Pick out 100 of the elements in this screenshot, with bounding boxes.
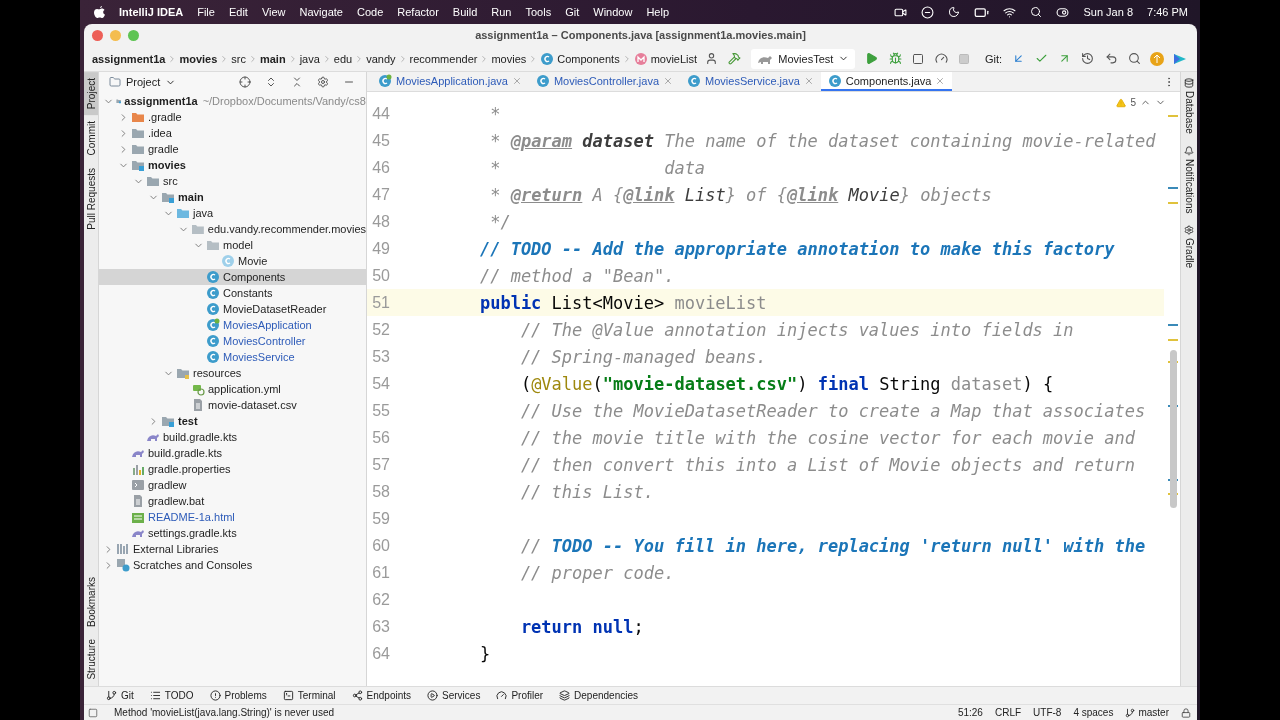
tree-item[interactable]: README-1a.html	[99, 509, 366, 525]
search-icon[interactable]	[1030, 6, 1043, 18]
breadcrumb[interactable]: edu	[333, 52, 353, 65]
tool-window-button[interactable]: TODO	[149, 690, 194, 701]
tool-window-tab[interactable]: Pull Requests	[84, 161, 98, 236]
inspection-widget[interactable]: 5	[1116, 97, 1166, 108]
breadcrumb[interactable]: main	[259, 52, 286, 65]
tree-item[interactable]: model	[99, 237, 366, 253]
editor-tab[interactable]: Components.java	[820, 72, 953, 91]
tool-window-button[interactable]: Profiler	[496, 690, 544, 701]
tool-window-tab[interactable]: Database	[1181, 72, 1197, 140]
tree-item[interactable]: External Libraries	[99, 541, 366, 557]
tool-window-button[interactable]: Git	[106, 690, 134, 701]
tree-item[interactable]: MovieDatasetReader	[99, 301, 366, 317]
close-icon[interactable]	[935, 75, 946, 86]
tree-item[interactable]: gradlew.bat	[99, 493, 366, 509]
run-configuration-dropdown[interactable]: MoviesTest	[751, 48, 856, 69]
breadcrumb[interactable]: assignment1a	[92, 52, 166, 65]
menu-item[interactable]: Navigate	[299, 6, 343, 18]
tree-item[interactable]: settings.gradle.kts	[99, 525, 366, 541]
tool-window-tab[interactable]: Project	[84, 72, 98, 116]
breadcrumb[interactable]: movies	[491, 52, 527, 65]
tool-window-button[interactable]: Terminal	[282, 690, 336, 701]
minimize-window-button[interactable]	[110, 29, 121, 41]
close-icon[interactable]	[803, 75, 814, 86]
status-item[interactable]: CRLF	[994, 707, 1022, 718]
status-toggle-icon[interactable]	[88, 707, 98, 718]
tree-item[interactable]: test	[99, 413, 366, 429]
tree-item[interactable]: edu.vandy.recommender.movies	[99, 221, 366, 237]
zoom-window-button[interactable]	[128, 29, 139, 41]
tree-item[interactable]: main	[99, 189, 366, 205]
tree-item[interactable]: movie-dataset.csv	[99, 397, 366, 413]
tree-item[interactable]: MoviesService	[99, 349, 366, 365]
menu-item[interactable]: Git	[565, 6, 580, 18]
editor-tab[interactable]: MoviesApplication.java	[371, 72, 529, 91]
menu-item[interactable]: Help	[646, 6, 669, 18]
app-menu[interactable]: IntelliJ IDEA	[119, 6, 184, 18]
tree-item[interactable]: java	[99, 205, 366, 221]
menu-item[interactable]: Code	[356, 6, 384, 18]
tree-item[interactable]: resources	[99, 365, 366, 381]
tree-item[interactable]: gradlew	[99, 477, 366, 493]
menu-item[interactable]: Build	[452, 6, 478, 18]
breadcrumb[interactable]: recommender	[409, 52, 478, 65]
breadcrumb[interactable]: movies	[179, 52, 218, 65]
tool-window-tab[interactable]: Bookmarks	[84, 571, 98, 634]
breadcrumb[interactable]: Components	[540, 51, 620, 66]
moon-icon[interactable]	[948, 6, 961, 18]
menu-item[interactable]: Run	[491, 6, 512, 18]
wifi-icon[interactable]	[1003, 5, 1017, 19]
tree-item[interactable]: assignment1a ~/Dropbox/Documents/Vandy/cs8	[99, 93, 366, 109]
breadcrumb[interactable]: vandy	[366, 52, 396, 65]
menu-bar-date[interactable]: Sun Jan 8	[1083, 6, 1134, 18]
tool-window-button[interactable]: Endpoints	[351, 690, 412, 701]
menu-item[interactable]: Edit	[228, 6, 248, 18]
tree-item[interactable]: gradle.properties	[99, 461, 366, 477]
do-not-disturb-icon[interactable]	[921, 5, 935, 19]
status-item[interactable]: 4 spaces	[1073, 707, 1114, 718]
tool-window-button[interactable]: Dependencies	[559, 690, 638, 701]
tree-item[interactable]: MoviesApplication	[99, 317, 366, 333]
status-item[interactable]: UTF-8	[1033, 707, 1062, 718]
tree-item[interactable]: Movie	[99, 253, 366, 269]
tree-item[interactable]: build.gradle.kts	[99, 429, 366, 445]
tree-item[interactable]: MoviesController	[99, 333, 366, 349]
tool-window-tab[interactable]: Notifications	[1181, 139, 1197, 220]
branch-widget[interactable]: master	[1125, 707, 1169, 718]
close-icon[interactable]	[663, 75, 674, 86]
close-icon[interactable]	[511, 75, 522, 86]
menu-item[interactable]: Window	[593, 6, 633, 18]
tree-item[interactable]: Components	[99, 269, 366, 285]
tree-item[interactable]: gradle	[99, 141, 366, 157]
tree-item[interactable]: Constants	[99, 285, 366, 301]
tool-window-tab[interactable]: Commit	[84, 115, 98, 162]
breadcrumb[interactable]: src	[231, 52, 246, 65]
project-view-dropdown[interactable]: Project	[109, 76, 177, 88]
menu-bar-time[interactable]: 7:46 PM	[1147, 6, 1188, 18]
tree-item[interactable]: build.gradle.kts	[99, 445, 366, 461]
tree-item[interactable]: .gradle	[99, 109, 366, 125]
tree-item[interactable]: src	[99, 173, 366, 189]
tree-item[interactable]: Scratches and Consoles	[99, 557, 366, 573]
control-center-icon[interactable]	[1056, 5, 1070, 19]
tree-item[interactable]: movies	[99, 157, 366, 173]
tool-window-button[interactable]: Problems	[209, 690, 267, 701]
tree-item[interactable]: .idea	[99, 125, 366, 141]
editor-tab[interactable]: MoviesService.java	[680, 72, 821, 91]
breadcrumb[interactable]: movieList	[633, 51, 698, 66]
menu-item[interactable]: View	[261, 6, 286, 18]
tool-window-button[interactable]: Services	[427, 690, 481, 701]
tool-window-tab[interactable]: Gradle	[1181, 219, 1197, 275]
tree-item[interactable]: application.yml	[99, 381, 366, 397]
menu-item[interactable]: Tools	[525, 6, 552, 18]
menu-item[interactable]: Refactor	[397, 6, 439, 18]
editor-tab[interactable]: MoviesController.java	[528, 72, 681, 91]
tool-window-tab[interactable]: Structure	[84, 633, 98, 686]
breadcrumb[interactable]: java	[299, 52, 320, 65]
code-line: // proper code.	[519, 562, 675, 583]
close-window-button[interactable]	[92, 29, 103, 41]
menu-item[interactable]: File	[197, 6, 215, 18]
apple-logo-icon[interactable]	[94, 5, 105, 19]
status-item[interactable]: 51:26	[957, 707, 983, 718]
lock-icon[interactable]	[1181, 707, 1191, 718]
